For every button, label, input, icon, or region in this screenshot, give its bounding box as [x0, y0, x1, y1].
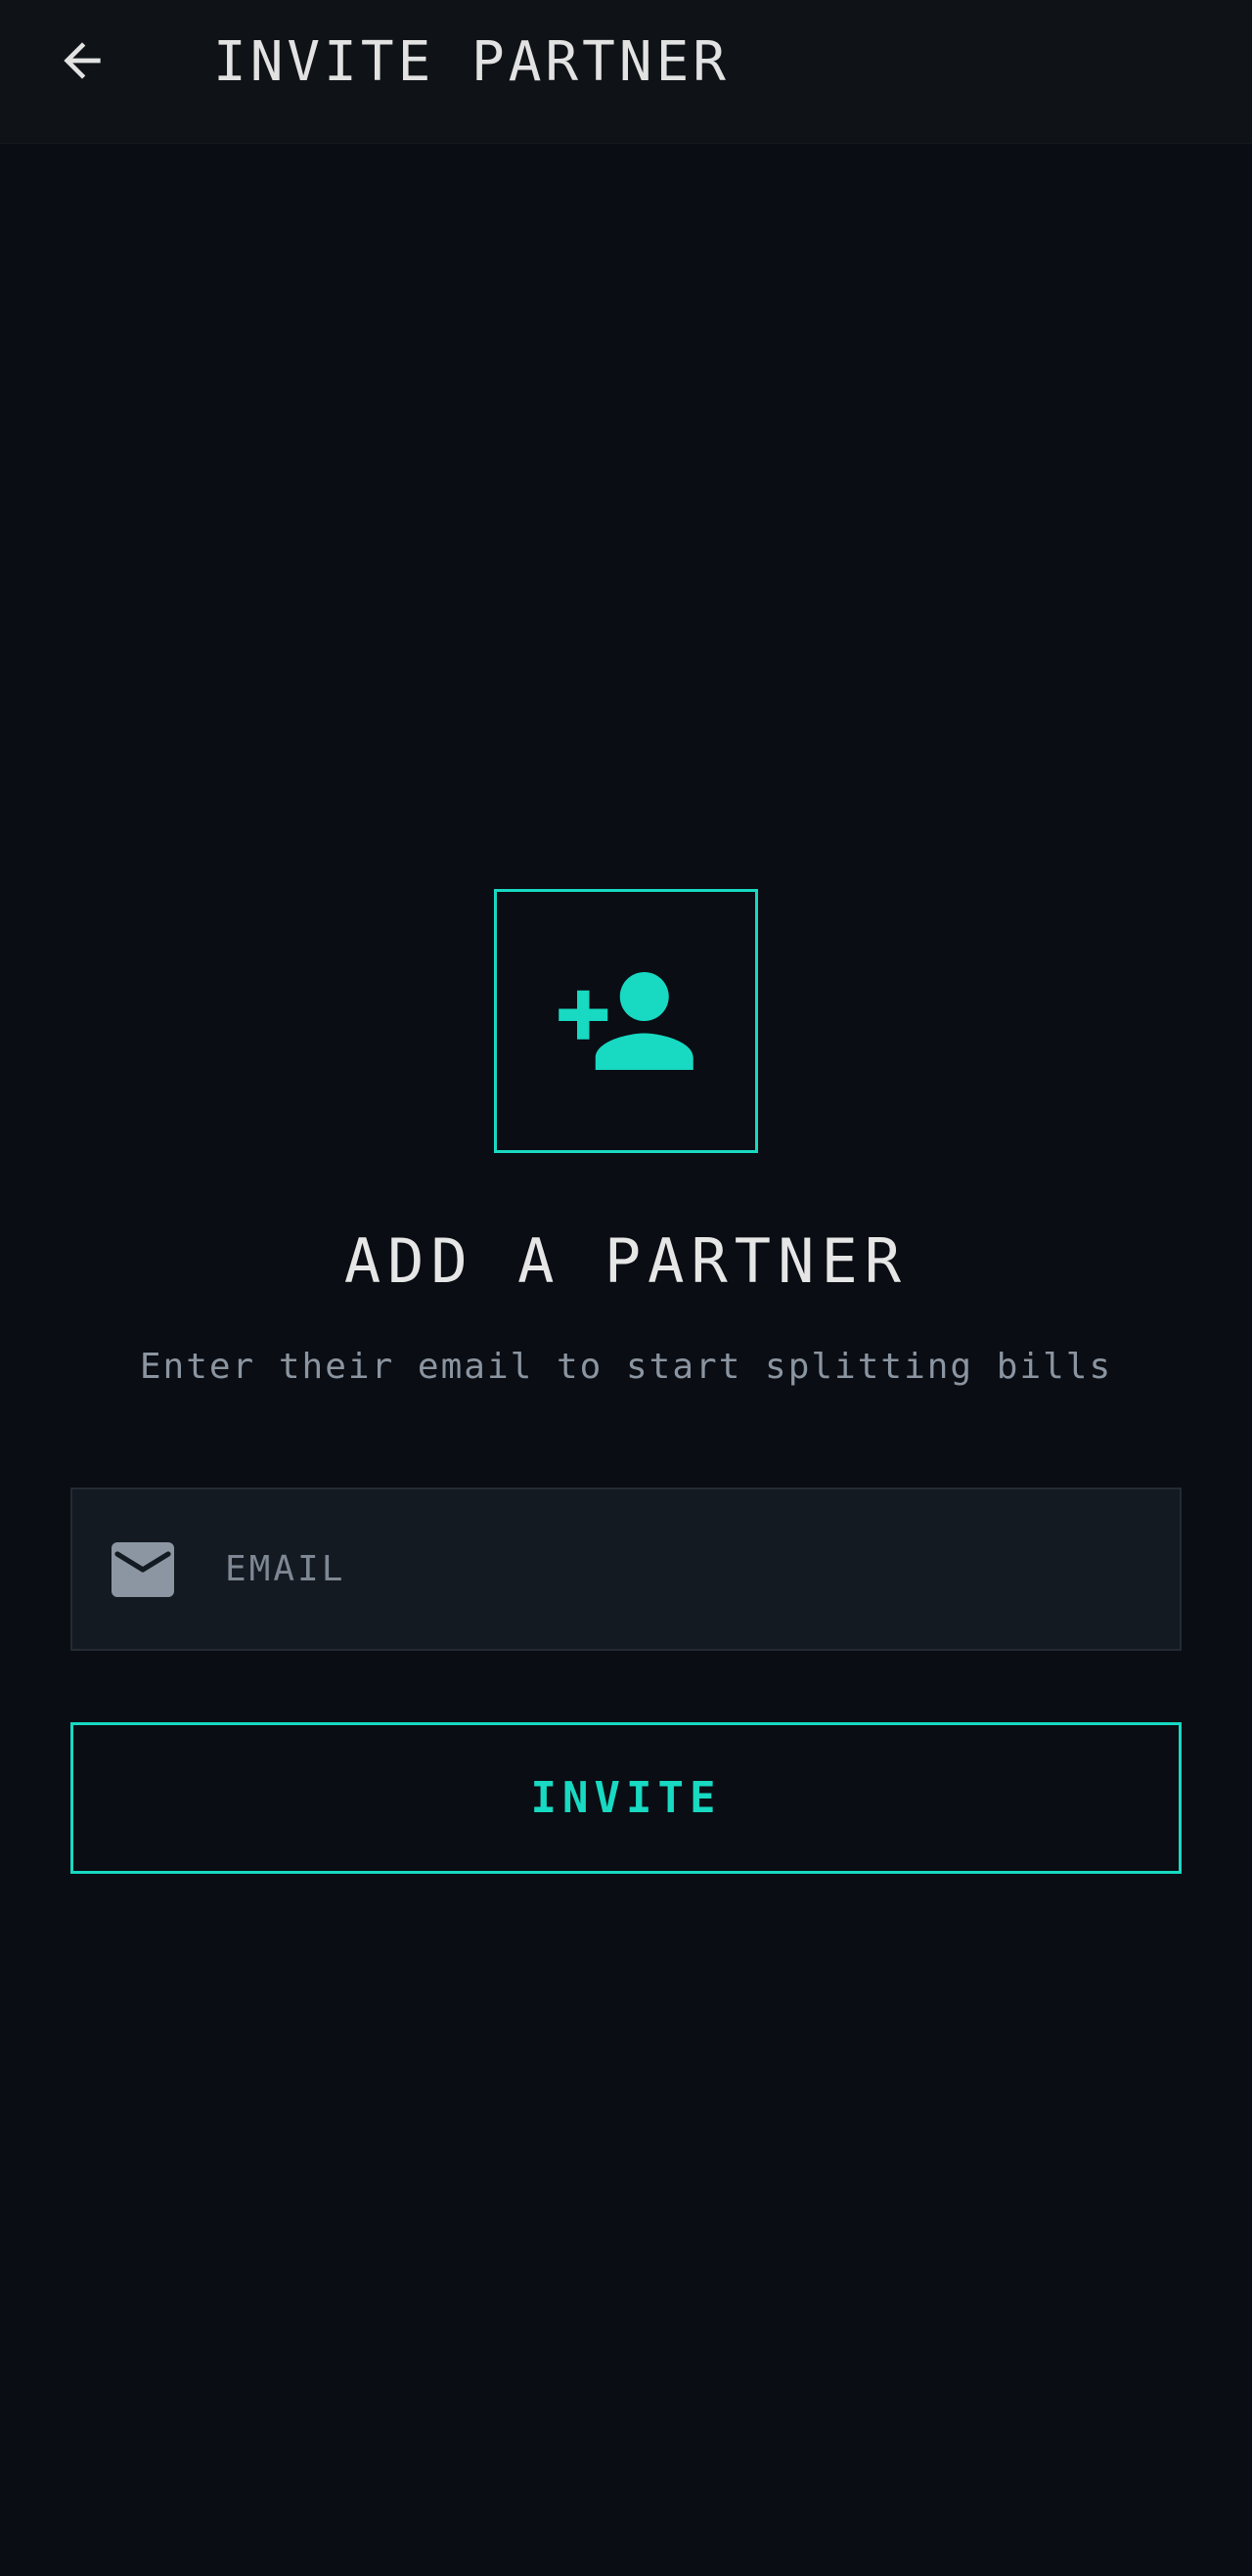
email-input[interactable]	[225, 1489, 1144, 1649]
app-bar: INVITE PARTNER	[0, 0, 1252, 144]
invite-button[interactable]: INVITE	[70, 1722, 1182, 1874]
subtitle: Enter their email to start splitting bil…	[139, 1347, 1113, 1387]
heading: ADD A PARTNER	[343, 1225, 909, 1297]
back-button[interactable]	[47, 25, 117, 96]
page-title: INVITE PARTNER	[213, 30, 731, 94]
person-add-icon	[559, 972, 693, 1070]
mail-icon	[112, 1542, 174, 1597]
arrow-left-icon	[64, 42, 101, 79]
email-field[interactable]	[70, 1488, 1182, 1651]
person-add-icon-frame	[494, 889, 758, 1153]
